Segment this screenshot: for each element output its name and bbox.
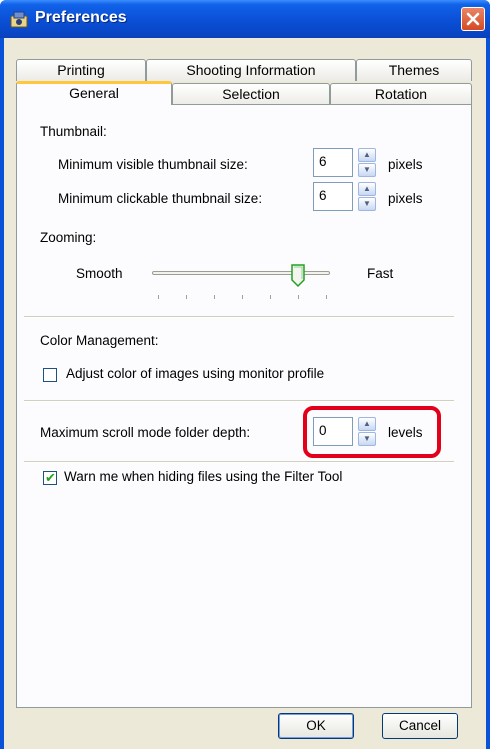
filter-warning-label[interactable]: Warn me when hiding files using the Filt…: [64, 469, 342, 484]
slider-tick: [326, 295, 327, 299]
zooming-heading: Zooming:: [40, 230, 97, 245]
scroll-depth-label: Maximum scroll mode folder depth:: [40, 425, 251, 440]
spin-down-icon[interactable]: ▼: [358, 163, 376, 177]
zoom-fast-label: Fast: [367, 266, 394, 281]
tab-label: General: [69, 85, 119, 101]
slider-tick: [298, 295, 299, 299]
spin-up-icon[interactable]: ▲: [358, 182, 376, 196]
zoom-smooth-label: Smooth: [76, 266, 123, 281]
slider-tick: [270, 295, 271, 299]
min-clickable-thumbnail-spinner[interactable]: ▲ ▼: [358, 182, 376, 211]
adjust-color-label[interactable]: Adjust color of images using monitor pro…: [66, 366, 324, 381]
color-management-heading: Color Management:: [40, 333, 159, 348]
min-clickable-thumbnail-label: Minimum clickable thumbnail size:: [58, 191, 263, 206]
tab-label: Themes: [388, 62, 440, 78]
window-title: Preferences: [35, 9, 127, 26]
ok-button[interactable]: OK: [278, 713, 354, 739]
tab-rotation[interactable]: Rotation: [330, 83, 472, 105]
thumbnail-heading: Thumbnail:: [40, 124, 107, 139]
spin-up-icon[interactable]: ▲: [358, 148, 376, 162]
highlight-annotation: [303, 406, 441, 458]
tab-selection[interactable]: Selection: [172, 83, 330, 105]
slider-tick: [158, 295, 159, 299]
slider-tick: [186, 295, 187, 299]
slider-tick: [242, 295, 243, 299]
zoom-slider-thumb[interactable]: [291, 264, 305, 288]
adjust-color-checkbox[interactable]: [43, 368, 57, 382]
tab-general[interactable]: General: [16, 81, 172, 105]
close-icon: [466, 12, 480, 26]
separator: [24, 316, 454, 318]
tab-themes[interactable]: Themes: [356, 59, 472, 81]
close-button[interactable]: [461, 7, 485, 31]
tab-label: Shooting Information: [186, 62, 316, 78]
pixels-unit-label: pixels: [388, 191, 423, 206]
min-clickable-thumbnail-input[interactable]: 6: [313, 182, 353, 211]
checkmark-icon: ✔: [45, 470, 56, 485]
min-visible-thumbnail-label: Minimum visible thumbnail size:: [58, 157, 248, 172]
tab-label: Printing: [57, 62, 105, 78]
dialog-body: Printing Shooting Information Themes Gen…: [4, 38, 486, 749]
tab-shooting-information[interactable]: Shooting Information: [146, 59, 356, 81]
slider-tick: [214, 295, 215, 299]
title-bar[interactable]: Preferences: [0, 0, 490, 38]
preferences-app-icon: [10, 11, 28, 28]
tab-label: Rotation: [374, 86, 428, 102]
min-visible-thumbnail-spinner[interactable]: ▲ ▼: [358, 148, 376, 177]
spin-down-icon[interactable]: ▼: [358, 197, 376, 211]
separator: [24, 400, 454, 402]
tab-label: Selection: [222, 86, 280, 102]
preferences-window: Preferences Printing Shooting Informatio…: [0, 0, 490, 749]
cancel-button[interactable]: Cancel: [382, 713, 458, 739]
separator: [24, 461, 454, 463]
min-visible-thumbnail-input[interactable]: 6: [313, 148, 353, 177]
tab-printing[interactable]: Printing: [16, 59, 146, 81]
filter-warning-checkbox[interactable]: ✔: [43, 470, 57, 485]
pixels-unit-label: pixels: [388, 157, 423, 172]
